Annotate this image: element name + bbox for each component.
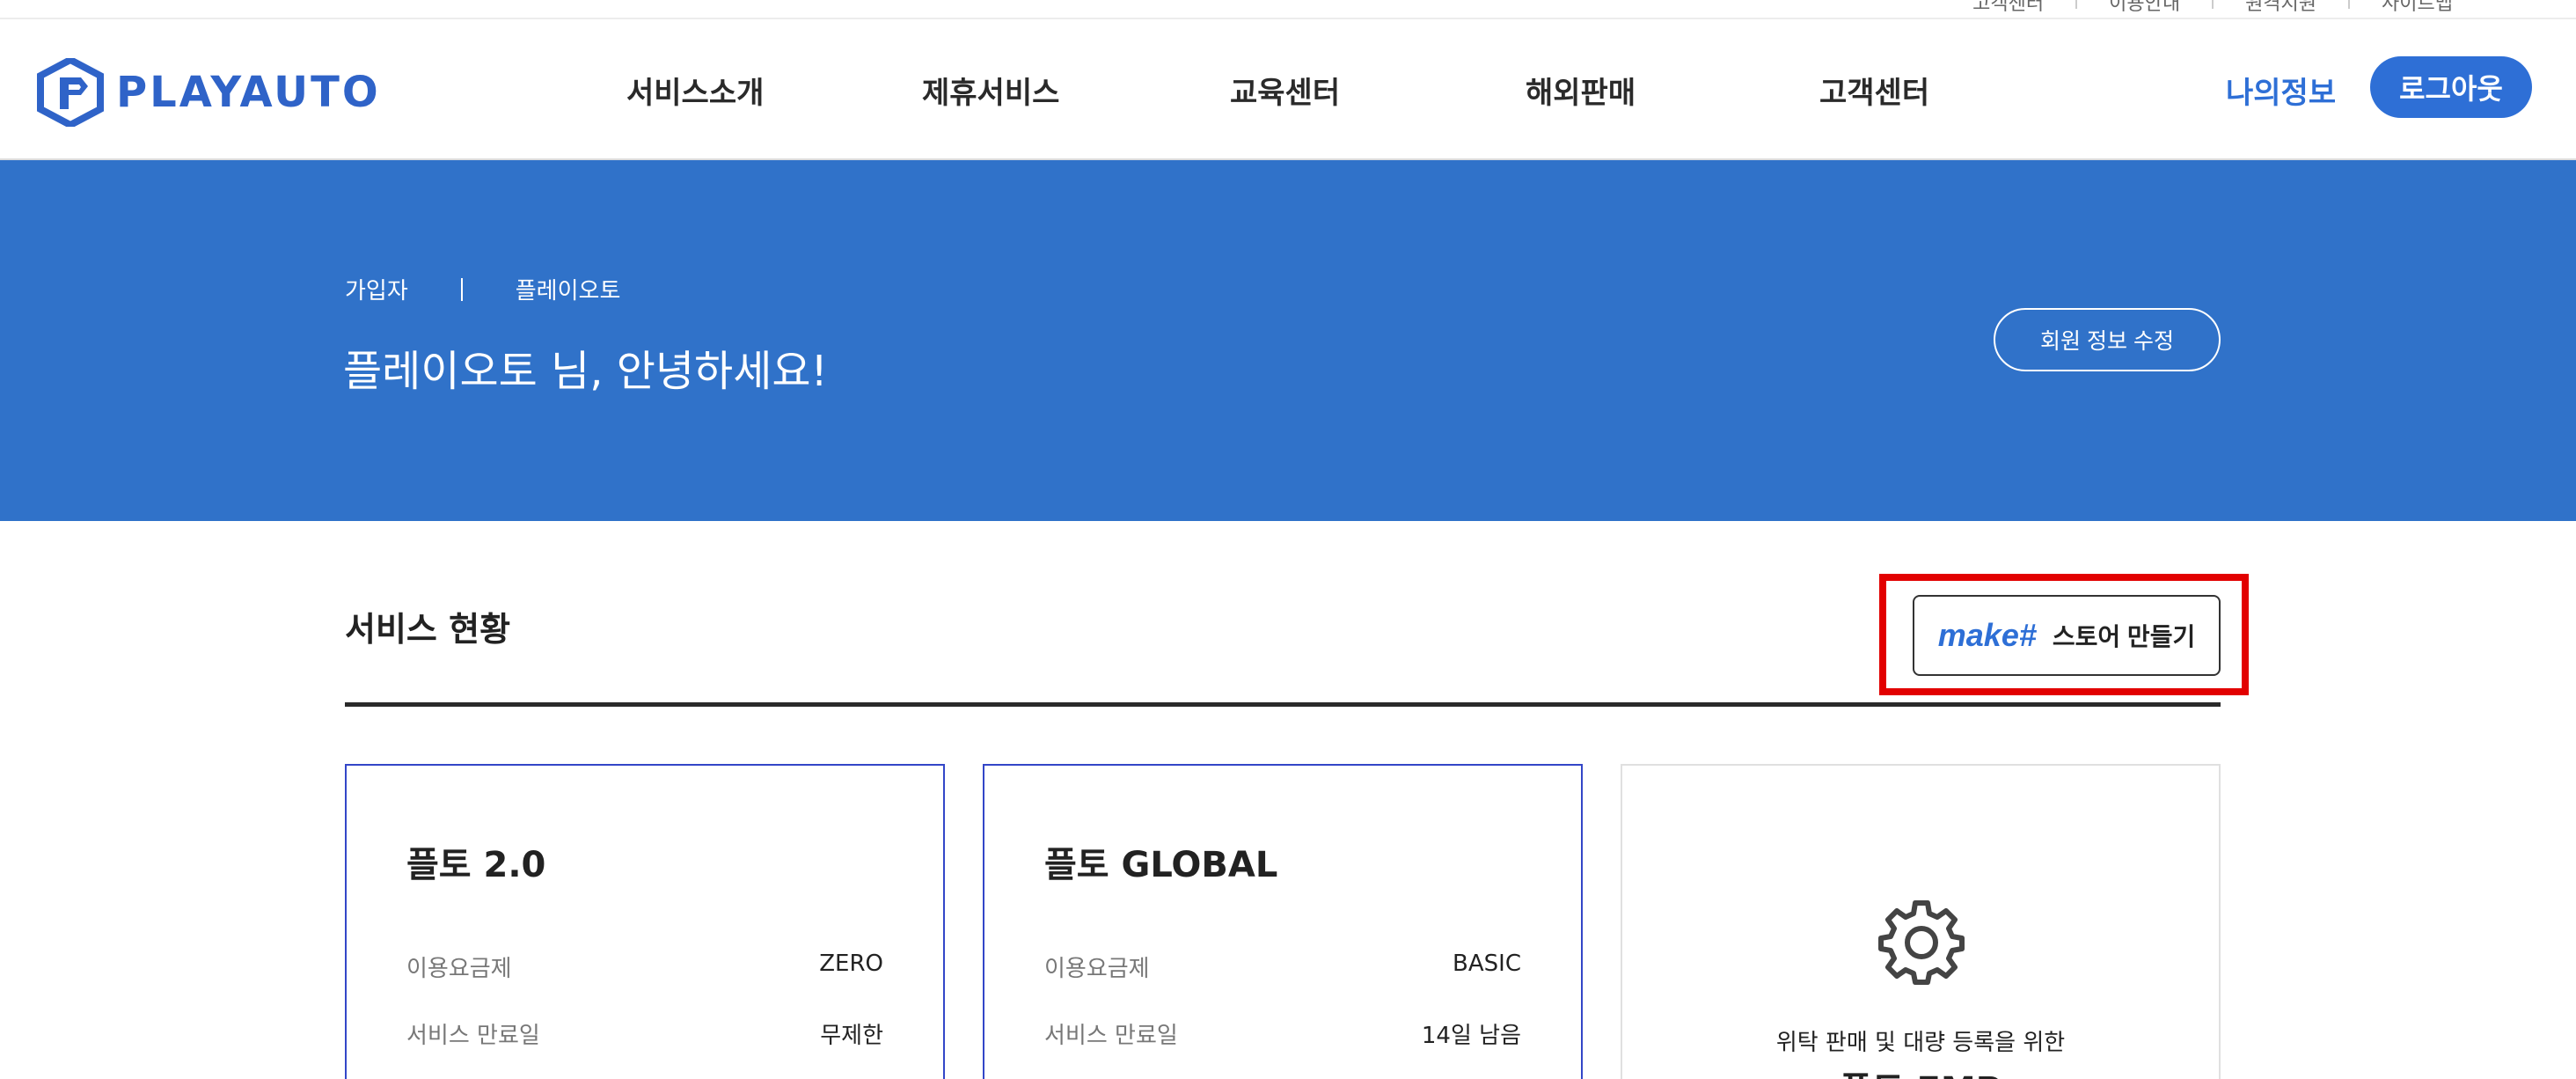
make-logo: make# — [1937, 617, 2037, 653]
utility-separator — [2075, 0, 2078, 9]
edit-member-info-button[interactable]: 회원 정보 수정 — [1994, 308, 2221, 371]
utility-link[interactable]: 고객센터 — [1972, 0, 2044, 16]
make-store-button[interactable]: make# 스토어 만들기 — [1913, 595, 2221, 676]
welcome-banner: 가입자 플레이오토 플레이오토 님, 안녕하세요! 회원 정보 수정 — [0, 160, 2576, 521]
card-title: 플토 2.0 — [406, 845, 546, 885]
site-header: PLAYAUTO 서비스소개 제휴서비스 교육센터 해외판매 고객센터 나의정보… — [0, 19, 2576, 160]
member-info: 가입자 플레이오토 — [345, 273, 620, 305]
separator — [460, 277, 463, 301]
utility-separator — [2348, 0, 2351, 9]
plan-row: 이용요금제 BASIC — [1044, 951, 1521, 983]
utility-links: 고객센터 이용안내 원격지원 사이트맵 — [1972, 0, 2453, 16]
expiry-row: 서비스 만료일 14일 남음 — [1044, 1017, 1521, 1050]
main-nav: 서비스소개 제휴서비스 교육센터 해외판매 고객센터 — [0, 19, 2576, 160]
section-title: 서비스 현황 — [345, 610, 511, 649]
utility-link[interactable]: 이용안내 — [2109, 0, 2180, 16]
expiry-value: 14일 남음 — [1421, 1023, 1521, 1049]
logout-button[interactable]: 로그아웃 — [2370, 56, 2532, 118]
gear-icon — [1878, 900, 1965, 985]
company-name: 플레이오토 — [515, 278, 621, 305]
service-card-plto-emp[interactable]: 위탁 판매 및 대량 등록을 위한 플토 EMP — [1621, 764, 2221, 1079]
card-title: 플토 GLOBAL — [1044, 845, 1278, 885]
plan-row: 이용요금제 ZERO — [406, 951, 883, 983]
expiry-value: 무제한 — [820, 1023, 883, 1049]
utility-link[interactable]: 원격지원 — [2245, 0, 2316, 16]
utility-separator — [2212, 0, 2214, 9]
plan-label: 이용요금제 — [406, 956, 512, 982]
member-type: 가입자 — [345, 278, 408, 305]
nav-item-customer-center[interactable]: 고객센터 — [1819, 69, 1929, 112]
card-title: 플토 EMP — [1622, 1061, 2219, 1079]
service-card-plto-global[interactable]: 플토 GLOBAL 이용요금제 BASIC 서비스 만료일 14일 남음 — [983, 764, 1583, 1079]
utility-bar: 고객센터 이용안내 원격지원 사이트맵 — [0, 0, 2576, 19]
card-description: 위탁 판매 및 대량 등록을 위한 — [1775, 1030, 2066, 1056]
nav-item-partner-service[interactable]: 제휴서비스 — [922, 69, 1059, 112]
expiry-row: 서비스 만료일 무제한 — [406, 1017, 883, 1050]
nav-item-education[interactable]: 교육센터 — [1230, 69, 1340, 112]
plan-value: ZERO — [819, 951, 883, 977]
utility-link[interactable]: 사이트맵 — [2382, 0, 2453, 16]
nav-item-overseas-sales[interactable]: 해외판매 — [1526, 69, 1636, 112]
greeting-title: 플레이오토 님, 안녕하세요! — [343, 347, 828, 396]
plan-value: BASIC — [1453, 951, 1521, 977]
expiry-label: 서비스 만료일 — [1044, 1023, 1178, 1049]
make-store-label: 스토어 만들기 — [2052, 623, 2196, 650]
expiry-label: 서비스 만료일 — [406, 1023, 540, 1049]
my-info-link[interactable]: 나의정보 — [2226, 69, 2336, 112]
nav-item-service-intro[interactable]: 서비스소개 — [626, 69, 764, 112]
service-card-plto2[interactable]: 플토 2.0 이용요금제 ZERO 서비스 만료일 무제한 — [345, 764, 945, 1079]
plan-label: 이용요금제 — [1044, 956, 1150, 982]
section-divider — [345, 702, 2221, 707]
